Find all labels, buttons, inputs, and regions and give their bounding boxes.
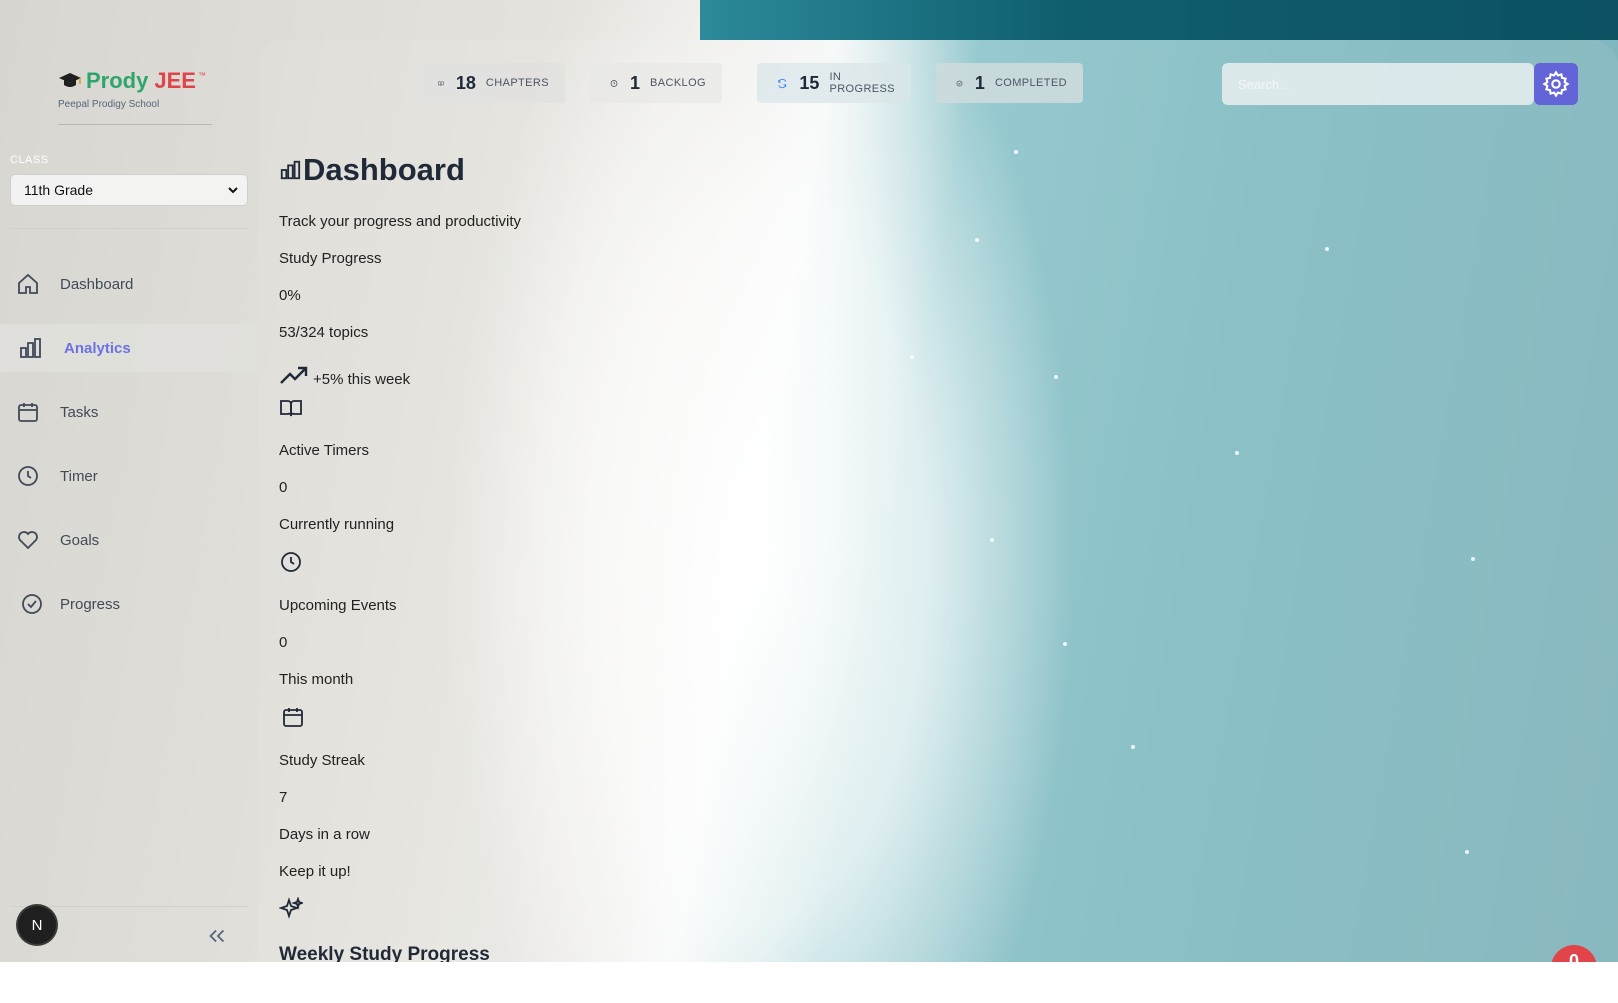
gear-icon — [1542, 70, 1570, 98]
study-progress-topics: 53/324 topics — [279, 324, 369, 341]
brand-name-jee: JEE — [154, 68, 196, 93]
study-streak-caption: Days in a row — [279, 826, 370, 843]
page-subtitle: Track your progress and productivity — [279, 213, 522, 230]
stat-label: COMPLETED — [994, 77, 1067, 89]
study-progress-title: Study Progress — [279, 250, 382, 267]
upcoming-events-caption: This month — [279, 671, 354, 688]
page-title-row: Dashboard — [279, 152, 465, 188]
settings-button[interactable] — [1534, 63, 1578, 105]
divider — [10, 906, 248, 907]
trend-text: +5% this week — [313, 371, 411, 388]
chevrons-left-icon[interactable] — [206, 925, 228, 947]
study-streak-value: 7 — [279, 789, 288, 806]
stat-label: IN PROGRESS — [829, 71, 896, 95]
class-select[interactable]: 11th Grade — [10, 174, 248, 206]
divider — [58, 124, 212, 125]
sidebar-item-label: Dashboard — [60, 275, 134, 293]
clock-icon — [281, 552, 301, 572]
study-streak-title: Study Streak — [279, 752, 365, 769]
page-bottom — [0, 962, 1618, 1003]
background-ocean — [700, 0, 1618, 40]
check-circle-icon — [22, 594, 42, 614]
active-timers-title: Active Timers — [279, 442, 370, 459]
refresh-icon — [778, 78, 787, 88]
heart-icon — [18, 531, 38, 550]
sidebar-item-goals[interactable]: Goals — [0, 516, 258, 564]
graduation-cap-icon — [59, 73, 81, 87]
stat-value: 1 — [629, 72, 640, 93]
bar-chart-icon — [280, 160, 301, 180]
sidebar-item-label: Tasks — [60, 403, 99, 421]
brand-name-prody: Prody — [86, 68, 149, 93]
divider — [10, 228, 248, 229]
stat-value: 15 — [799, 72, 820, 93]
sidebar: Prody JEE ™ Peepal Prodigy School CLASS … — [0, 0, 258, 962]
calendar-icon — [18, 403, 38, 422]
avatar[interactable]: N — [18, 906, 56, 944]
stat-backlog[interactable]: 1 BACKLOG — [590, 63, 722, 103]
brand-subtitle: Peepal Prodigy School — [58, 99, 160, 110]
sidebar-item-label: Goals — [60, 531, 100, 549]
brand-logo[interactable]: Prody JEE ™ — [58, 68, 206, 94]
stat-in-progress[interactable]: 15 IN PROGRESS — [757, 63, 911, 103]
clock-icon — [610, 79, 618, 87]
bar-chart-icon — [20, 338, 41, 358]
upcoming-events-value: 0 — [279, 634, 288, 651]
upcoming-events-title: Upcoming Events — [279, 597, 397, 614]
search-input[interactable] — [1222, 63, 1534, 105]
clock-icon — [18, 466, 38, 486]
page-title: Dashboard — [303, 152, 465, 187]
class-select-value: 11th Grade — [24, 182, 94, 198]
home-icon — [18, 273, 38, 294]
active-timers-value: 0 — [279, 479, 288, 496]
chevron-down-icon — [228, 187, 238, 194]
study-streak-note: Keep it up! — [279, 863, 351, 880]
stat-value: 1 — [974, 72, 985, 93]
stat-label: BACKLOG — [650, 77, 706, 89]
stat-label: CHAPTERS — [485, 77, 549, 89]
trending-up-icon — [280, 366, 308, 384]
active-timers-caption: Currently running — [279, 516, 395, 533]
sidebar-item-label: Analytics — [64, 339, 131, 357]
sidebar-item-analytics[interactable]: Analytics — [0, 324, 258, 372]
sparkles-icon — [279, 897, 303, 919]
study-progress-value: 0% — [279, 287, 301, 304]
book-icon — [438, 81, 444, 85]
sidebar-item-progress[interactable]: Progress — [0, 580, 258, 628]
study-progress-trend: +5% this week — [279, 364, 411, 388]
sidebar-item-tasks[interactable]: Tasks — [0, 388, 258, 436]
stat-value: 18 — [455, 72, 476, 93]
book-icon — [280, 400, 302, 417]
stat-completed[interactable]: 1 COMPLETED — [936, 63, 1083, 103]
brand-trademark: ™ — [197, 70, 206, 80]
sidebar-item-dashboard[interactable]: Dashboard — [0, 260, 258, 308]
sidebar-item-timer[interactable]: Timer — [0, 452, 258, 500]
sidebar-item-label: Timer — [60, 467, 98, 485]
class-label: CLASS — [10, 154, 49, 166]
calendar-icon — [283, 708, 303, 727]
stat-chapters[interactable]: 18 CHAPTERS — [418, 63, 565, 103]
check-circle-icon — [956, 80, 963, 86]
sidebar-item-label: Progress — [60, 595, 121, 613]
